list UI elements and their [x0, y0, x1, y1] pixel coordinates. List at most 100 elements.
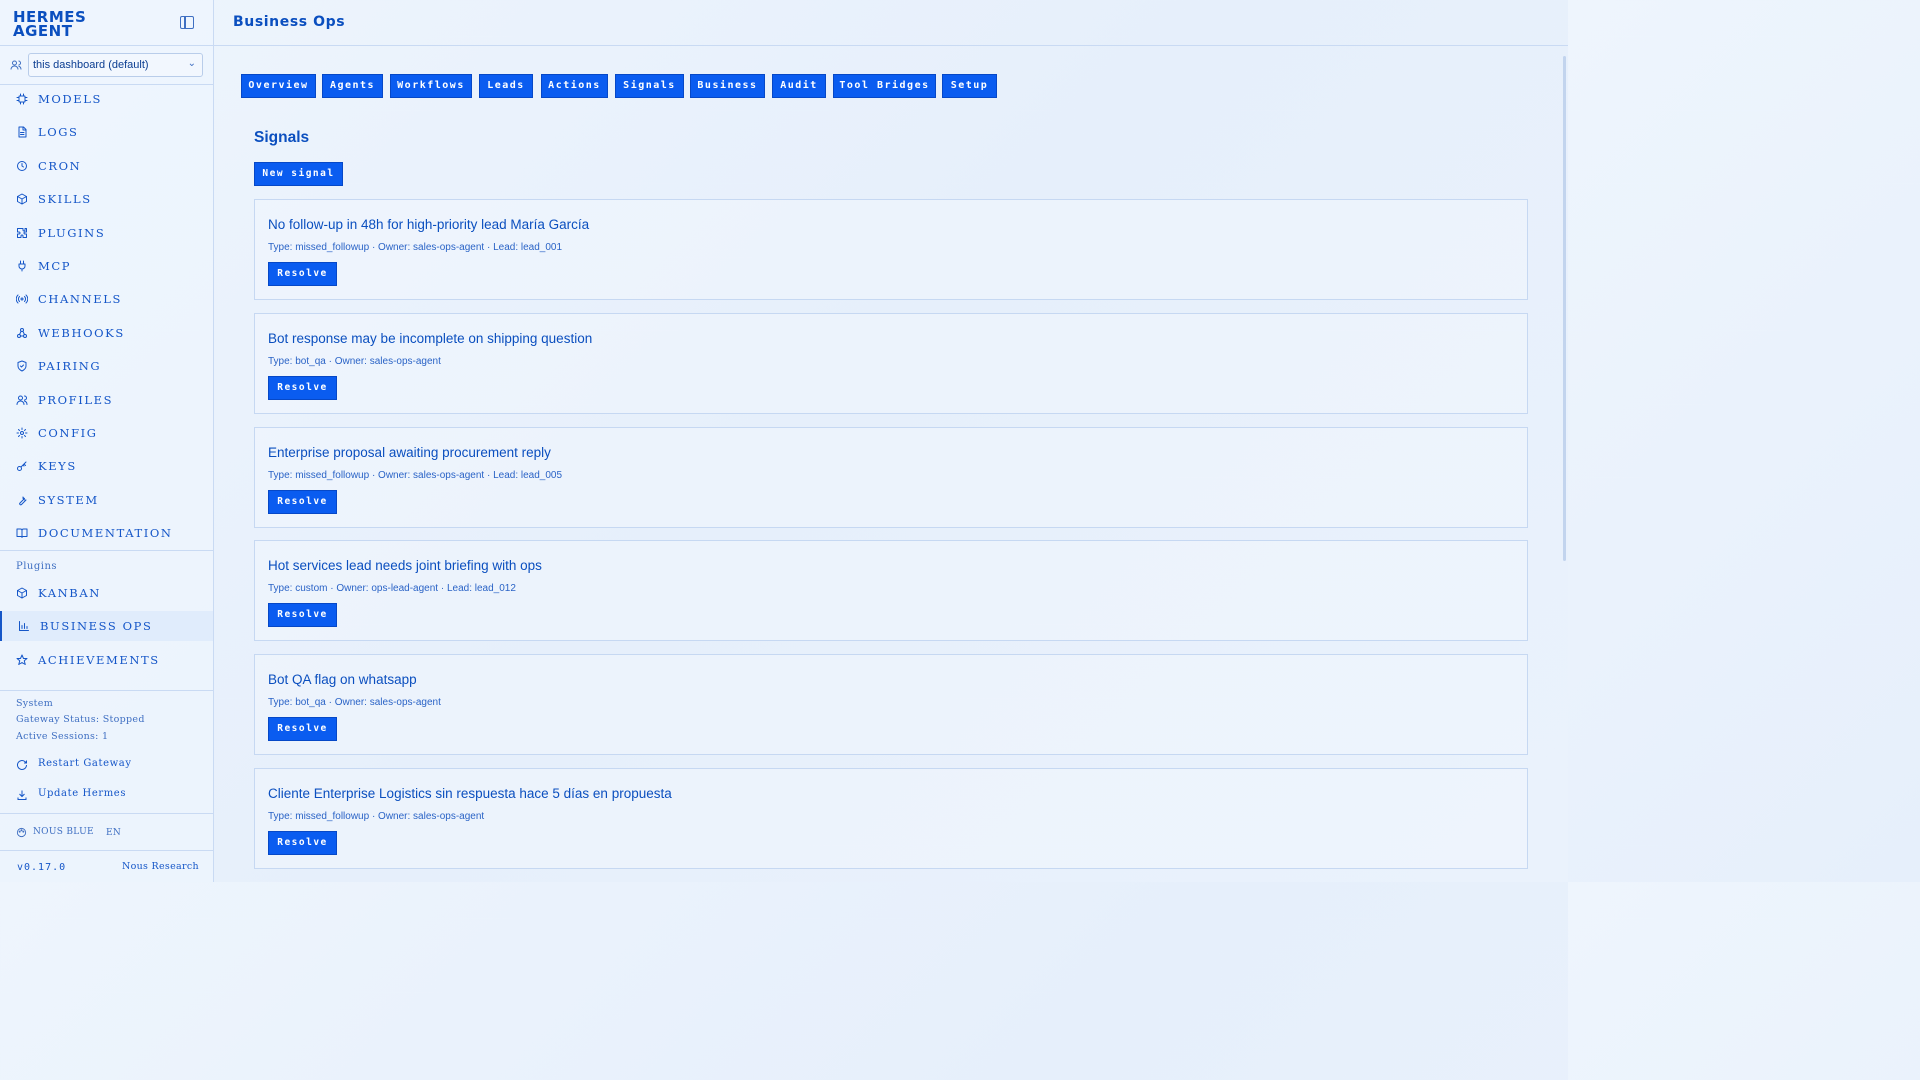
restart-gateway-label: Restart Gateway	[38, 758, 132, 769]
tab-overview[interactable]: Overview	[241, 74, 316, 98]
tab-audit[interactable]: Audit	[772, 74, 826, 98]
sidebar-item-pairing[interactable]: PAIRING	[0, 351, 213, 381]
sidebar-item-config[interactable]: CONFIG	[0, 418, 213, 448]
signal-meta: Type: custom · Owner: ops-lead-agent · L…	[268, 583, 516, 595]
signal-card: Enterprise proposal awaiting procurement…	[254, 426, 1528, 528]
gear-icon	[16, 427, 28, 439]
tab-setup[interactable]: Setup	[942, 74, 997, 98]
sidebar-item-label: SYSTEM	[38, 492, 99, 507]
radio-icon	[16, 293, 28, 305]
palette-icon	[16, 827, 27, 838]
signal-card: Bot QA flag on whatsapp Type: bot_qa · Ow…	[254, 654, 1528, 756]
profile-select[interactable]: this dashboard (default) ⌄	[28, 53, 203, 77]
resolve-button[interactable]: Resolve	[268, 603, 337, 628]
signal-meta: Type: bot_qa · Owner: sales-ops-agent	[268, 355, 441, 367]
bar-chart-icon	[18, 620, 30, 632]
sidebar-item-webhooks[interactable]: WEBHOOKS	[0, 318, 213, 348]
package-icon	[16, 193, 28, 205]
scrollbar[interactable]	[1563, 56, 1566, 561]
theme-switcher[interactable]: NOUS BLUE	[33, 827, 94, 837]
sidebar-item-cron[interactable]: CRON	[0, 151, 213, 181]
signal-title: Hot services lead needs joint briefing w…	[268, 558, 542, 574]
cpu-icon	[16, 93, 28, 105]
brand-logo: HERMES AGENT	[13, 10, 86, 40]
sidebar-item-label: PAIRING	[38, 359, 102, 374]
file-icon	[16, 126, 28, 138]
sidebar-item-business-ops[interactable]: BUSINESS OPS	[0, 611, 213, 642]
sidebar-item-label: BUSINESS OPS	[40, 619, 153, 634]
sidebar-item-label: SKILLS	[38, 192, 92, 207]
package-icon	[16, 587, 28, 599]
update-hermes-label: Update Hermes	[38, 788, 127, 799]
sidebar-item-skills[interactable]: SKILLS	[0, 184, 213, 214]
resolve-button[interactable]: Resolve	[268, 717, 337, 742]
divider	[0, 45, 214, 46]
user-icon	[10, 59, 22, 71]
sidebar-item-plugins[interactable]: PLUGINS	[0, 218, 213, 248]
tab-actions[interactable]: Actions	[541, 74, 608, 98]
update-hermes-button[interactable]: Update Hermes	[0, 783, 213, 807]
signal-title: Bot response may be incomplete on shippi…	[268, 330, 593, 346]
refresh-icon	[16, 759, 28, 771]
sidebar-item-label: CHANNELS	[38, 292, 122, 307]
signal-meta: Type: missed_followup · Owner: sales-ops…	[268, 242, 563, 253]
resolve-button[interactable]: Resolve	[268, 489, 337, 514]
new-signal-button[interactable]: New signal	[254, 162, 343, 186]
signal-meta: Type: missed_followup · Owner: sales-ops…	[268, 811, 485, 822]
signal-card: No follow-up in 48h for high-priority le…	[254, 199, 1528, 300]
signal-card: Hot services lead needs joint briefing w…	[254, 540, 1528, 642]
sidebar-item-achievements[interactable]: ACHIEVEMENTS	[0, 645, 213, 675]
sidebar-item-label: MCP	[38, 259, 72, 273]
signal-meta: Type: bot_qa · Owner: sales-ops-agent	[268, 697, 441, 709]
sidebar-item-keys[interactable]: KEYS	[0, 451, 213, 481]
tab-leads[interactable]: Leads	[479, 74, 533, 98]
sidebar-item-profiles[interactable]: PROFILES	[0, 385, 213, 415]
section-title: Signals	[254, 129, 310, 146]
divider	[0, 850, 214, 851]
top-bar: Business Ops	[214, 0, 1568, 46]
signal-title: Bot QA flag on whatsapp	[268, 672, 417, 688]
sidebar-item-mcp[interactable]: MCP	[0, 251, 213, 281]
tab-workflows[interactable]: Workflows	[390, 74, 472, 98]
page-title: Business Ops	[233, 14, 346, 30]
plug-icon	[16, 260, 28, 272]
sidebar-item-label: CONFIG	[38, 426, 98, 440]
tab-signals[interactable]: Signals	[615, 74, 684, 98]
tab-agents[interactable]: Agents	[322, 74, 383, 98]
signal-title: No follow-up in 48h for high-priority le…	[268, 217, 590, 232]
sidebar-item-label: CRON	[38, 158, 82, 173]
resolve-button[interactable]: Resolve	[268, 375, 337, 400]
sidebar-item-label: DOCUMENTATION	[38, 526, 173, 541]
signal-card: Bot response may be incomplete on shippi…	[254, 312, 1528, 414]
tab-tool-bridges[interactable]: Tool Bridges	[833, 74, 936, 98]
sidebar: HERMES AGENT this dashboard (default) ⌄ …	[0, 0, 214, 882]
shield-icon	[16, 360, 28, 372]
sidebar-collapse-icon[interactable]	[180, 16, 194, 29]
profile-select-value: this dashboard (default)	[33, 59, 149, 71]
org-link[interactable]: Nous Research	[122, 861, 199, 872]
restart-gateway-button[interactable]: Restart Gateway	[0, 753, 213, 777]
star-icon	[16, 654, 28, 666]
plugins-section-label: Plugins	[16, 561, 58, 572]
tab-business[interactable]: Business	[690, 74, 765, 98]
sidebar-item-documentation[interactable]: DOCUMENTATION	[0, 518, 213, 548]
sidebar-item-label: PLUGINS	[38, 225, 106, 240]
profile-switcher: this dashboard (default) ⌄	[0, 53, 214, 79]
wrench-icon	[16, 494, 28, 506]
sidebar-item-channels[interactable]: CHANNELS	[0, 284, 213, 314]
sidebar-item-kanban[interactable]: KANBAN	[0, 578, 213, 608]
sidebar-item-label: LOGS	[38, 125, 79, 140]
resolve-button[interactable]: Resolve	[268, 262, 337, 286]
download-icon	[16, 789, 28, 801]
brand-line-2: AGENT	[13, 22, 73, 40]
sidebar-item-models[interactable]: MODELS	[0, 84, 213, 114]
divider	[0, 550, 214, 551]
language-switcher[interactable]: EN	[106, 828, 121, 838]
resolve-button[interactable]: Resolve	[268, 831, 337, 855]
sidebar-item-logs[interactable]: LOGS	[0, 117, 213, 147]
clock-icon	[16, 160, 28, 172]
users-icon	[16, 394, 28, 406]
chevron-down-icon: ⌄	[187, 58, 196, 69]
sidebar-item-system[interactable]: SYSTEM	[0, 485, 213, 515]
sidebar-item-label: PROFILES	[38, 392, 114, 407]
